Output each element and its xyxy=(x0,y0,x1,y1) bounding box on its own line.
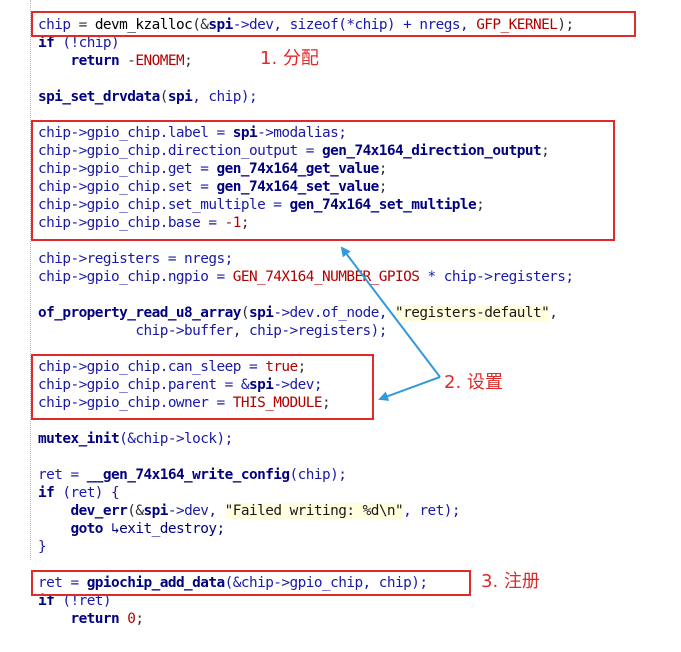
arrow-to-setup-box xyxy=(340,246,441,378)
arrows-overlay xyxy=(340,246,441,401)
arrow-to-setup-extra-box xyxy=(378,376,441,401)
